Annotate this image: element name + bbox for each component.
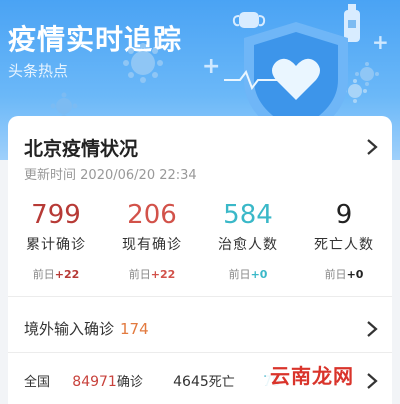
card-title: 北京疫情状况 <box>24 138 139 160</box>
national-label: 全国 <box>24 375 51 390</box>
imported-cases-row[interactable]: 境外输入确诊 174 <box>24 318 149 339</box>
virus-icon <box>123 43 163 83</box>
national-confirmed-unit: 确诊 <box>116 375 143 390</box>
divider <box>8 296 392 297</box>
watermark-logo: 云南龙网 <box>266 360 358 389</box>
plus-icon: + <box>202 54 221 79</box>
stat-label: 治愈人数 <box>218 237 278 253</box>
chevron-right-icon[interactable] <box>366 320 378 338</box>
stat-value: 584 <box>223 200 273 230</box>
stat-delta: 前日+22 <box>128 268 176 281</box>
national-summary-row[interactable]: 全国 84971确诊 4645死亡 79 <box>24 371 281 390</box>
heartbeat-line-icon <box>224 70 284 90</box>
imported-label: 境外输入确诊 <box>24 320 115 338</box>
stat-value: 9 <box>335 200 353 230</box>
stat-total-confirmed: 799 累计确诊 前日+22 <box>8 200 104 282</box>
imported-value: 174 <box>120 320 149 338</box>
stat-recovered: 584 治愈人数 前日+0 <box>200 200 296 282</box>
stat-current-confirmed: 206 现有确诊 前日+22 <box>104 200 200 282</box>
update-label: 更新时间 <box>24 168 77 183</box>
national-deaths-unit: 死亡 <box>208 375 235 390</box>
divider <box>8 352 392 353</box>
stat-delta: 前日+22 <box>32 268 80 281</box>
stat-delta: 前日+0 <box>324 268 364 281</box>
national-confirmed-value: 84971 <box>72 374 117 390</box>
national-deaths-value: 4645 <box>173 374 209 390</box>
update-timestamp: 2020/06/20 22:34 <box>80 168 197 183</box>
stat-deaths: 9 死亡人数 前日+0 <box>296 200 392 282</box>
chevron-right-icon[interactable] <box>366 372 378 390</box>
stat-label: 死亡人数 <box>314 237 374 253</box>
stat-value: 799 <box>31 200 81 230</box>
plus-icon: + <box>372 30 389 54</box>
stats-row: 799 累计确诊 前日+22 206 现有确诊 前日+22 584 治愈人数 前… <box>8 200 392 282</box>
stat-label: 现有确诊 <box>122 237 182 253</box>
update-time: 更新时间 2020/06/20 22:34 <box>24 164 197 183</box>
stat-delta: 前日+0 <box>228 268 268 281</box>
hero-subtitle: 头条热点 <box>8 62 69 80</box>
stat-label: 累计确诊 <box>26 237 86 253</box>
stat-value: 206 <box>127 200 177 230</box>
chevron-right-icon[interactable] <box>366 138 378 156</box>
